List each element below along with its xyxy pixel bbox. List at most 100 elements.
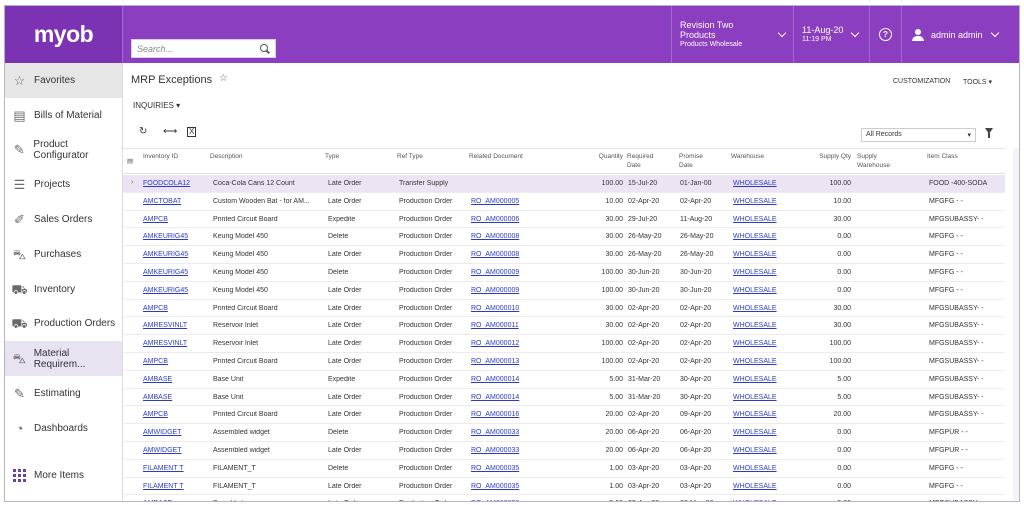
filter-icon[interactable] — [985, 128, 993, 138]
cell-inventory-id[interactable]: FILAMENT T — [143, 483, 207, 490]
cell-related-document[interactable]: RO_AM000011 — [471, 322, 541, 329]
sidebar-item-favorites[interactable]: ☆ Favorites — [5, 63, 122, 98]
cell-warehouse[interactable]: WHOLESALE — [733, 287, 791, 294]
myob-logo[interactable]: myob — [5, 6, 123, 63]
table-row[interactable]: AMRESVINLT Reservoir Inlet Late Order Produ… — [123, 335, 1005, 353]
cell-related-document[interactable]: RO_AM000009 — [471, 287, 541, 294]
table-row[interactable]: › FOODCOLA12 Coca-Cola Cans 12 Count Late O… — [123, 175, 1005, 193]
cell-warehouse[interactable]: WHOLESALE — [733, 447, 791, 454]
cell-inventory-id[interactable]: AMPCB — [143, 305, 207, 312]
table-row[interactable]: AMKEURIG45 Keurig Model 450 Delete Producti… — [123, 264, 1005, 282]
col-required-date[interactable]: Required Date — [627, 152, 653, 170]
col-type[interactable]: Type — [325, 152, 339, 161]
cell-warehouse[interactable]: WHOLESALE — [733, 180, 791, 187]
table-row[interactable]: AMCTOBAT Custom Wooden Bat - for AM... Lat… — [123, 193, 1005, 211]
cell-inventory-id[interactable]: AMRESVINLT — [143, 340, 207, 347]
records-filter-select[interactable]: All Records ▾ — [861, 128, 976, 142]
user-menu[interactable]: admin admin — [901, 6, 1019, 63]
cell-inventory-id[interactable]: AMCTOBAT — [143, 198, 207, 205]
cell-warehouse[interactable]: WHOLESALE — [733, 358, 791, 365]
cell-warehouse[interactable]: WHOLESALE — [733, 269, 791, 276]
sidebar-item-estimating[interactable]: ✎ Estimating — [5, 376, 122, 411]
cell-related-document[interactable]: RO_AM000033 — [471, 429, 541, 436]
cell-related-document[interactable]: RO_AM000035 — [471, 483, 541, 490]
cell-inventory-id[interactable]: AMRESVINLT — [143, 322, 207, 329]
column-chooser-icon[interactable]: ▤ — [127, 157, 133, 166]
cell-related-document[interactable]: RO_AM000038 — [471, 500, 541, 501]
table-row[interactable]: AMPCB Printed Circuit Board Late Order Prod… — [123, 406, 1005, 425]
table-row[interactable]: AMKEURIG45 Keurig Model 450 Late Order Prod… — [123, 246, 1005, 264]
table-row[interactable]: AMKEURIG45 Keurig Model 450 Late Order Prod… — [123, 282, 1005, 300]
cell-warehouse[interactable]: WHOLESALE — [733, 429, 791, 436]
sidebar-item-material-requirements[interactable]: ⛍ Material Requirem... — [5, 341, 122, 377]
cell-inventory-id[interactable]: FILAMENT T — [143, 465, 207, 472]
cell-inventory-id[interactable]: AMWIDGET — [143, 447, 207, 454]
customization-menu[interactable]: CUSTOMIZATION — [893, 78, 950, 85]
date-selector[interactable]: 11-Aug-20 11:19 PM — [793, 6, 869, 63]
cell-inventory-id[interactable]: AMBASE — [143, 500, 207, 501]
sidebar-item-dashboards[interactable]: ◔ Dashboards — [5, 411, 122, 446]
table-row[interactable]: AMPCB Printed Circuit Board Late Order Prod… — [123, 353, 1005, 371]
vertical-scrollbar[interactable] — [1013, 148, 1019, 501]
cell-related-document[interactable]: RO_AM000006 — [471, 216, 541, 223]
company-selector[interactable]: Revision Two Products Products Wholesale — [671, 6, 793, 63]
cell-inventory-id[interactable]: AMWIDGET — [143, 429, 207, 436]
cell-related-document[interactable]: RO_AM000008 — [471, 233, 541, 240]
cell-inventory-id[interactable]: AMKEURIG45 — [143, 269, 207, 276]
cell-inventory-id[interactable]: AMBASE — [143, 376, 207, 383]
col-description[interactable]: Description — [210, 152, 243, 161]
sidebar-item-product-configurator[interactable]: ✎ Product Configurator — [5, 133, 122, 168]
cell-related-document[interactable]: RO_AM000033 — [471, 447, 541, 454]
table-row[interactable]: AMPCB Printed Circuit Board Expedite Produc… — [123, 211, 1005, 229]
search-input[interactable]: Search... — [137, 44, 260, 54]
cell-related-document[interactable]: RO_AM000005 — [471, 198, 541, 205]
sidebar-item-bills-of-material[interactable]: ▤ Bills of Material — [5, 98, 122, 133]
sidebar-item-inventory[interactable]: ⛟ Inventory — [5, 272, 122, 307]
col-supply-warehouse[interactable]: Supply Warehouse — [857, 152, 890, 170]
cell-related-document[interactable]: RO_AM000016 — [471, 411, 541, 418]
tools-menu[interactable]: TOOLS ▾ — [963, 78, 992, 86]
refresh-icon[interactable]: ↻ — [139, 126, 147, 137]
fit-columns-icon[interactable]: ⟷ — [163, 126, 177, 137]
cell-warehouse[interactable]: WHOLESALE — [733, 322, 791, 329]
search-box[interactable]: Search... — [131, 39, 276, 58]
cell-warehouse[interactable]: WHOLESALE — [733, 483, 791, 490]
cell-inventory-id[interactable]: AMPCB — [143, 216, 207, 223]
cell-warehouse[interactable]: WHOLESALE — [733, 500, 791, 501]
cell-warehouse[interactable]: WHOLESALE — [733, 198, 791, 205]
inquiries-menu[interactable]: INQUIRIES ▾ — [133, 101, 180, 110]
cell-related-document[interactable]: RO_AM000010 — [471, 305, 541, 312]
cell-related-document[interactable]: RO_AM000009 — [471, 269, 541, 276]
table-row[interactable]: AMBASE Base Unit Late Order Production Orde… — [123, 389, 1005, 407]
col-quantity[interactable]: Quantity — [569, 152, 623, 161]
col-item-class[interactable]: Item Class — [927, 152, 958, 161]
search-icon[interactable] — [260, 43, 270, 54]
cell-warehouse[interactable]: WHOLESALE — [733, 411, 791, 418]
table-row[interactable]: AMKEURIG45 Keurig Model 450 Delete Producti… — [123, 228, 1005, 247]
cell-related-document[interactable]: RO_AM000014 — [471, 376, 541, 383]
sidebar-item-purchases[interactable]: ⛍ Purchases — [5, 237, 122, 272]
cell-warehouse[interactable]: WHOLESALE — [733, 465, 791, 472]
cell-warehouse[interactable]: WHOLESALE — [733, 376, 791, 383]
col-warehouse[interactable]: Warehouse — [731, 152, 764, 161]
table-row[interactable]: FILAMENT T FILAMENT_T Late Order Production… — [123, 478, 1005, 496]
sidebar-item-production-orders[interactable]: ⛟ Production Orders — [5, 307, 122, 342]
cell-warehouse[interactable]: WHOLESALE — [733, 251, 791, 258]
favorite-star-icon[interactable]: ☆ — [219, 73, 228, 84]
cell-related-document[interactable]: RO_AM000012 — [471, 340, 541, 347]
cell-related-document[interactable]: RO_AM000008 — [471, 251, 541, 258]
help-button[interactable]: ? — [869, 6, 901, 63]
cell-inventory-id[interactable]: AMPCB — [143, 411, 207, 418]
table-row[interactable]: AMWIDGET Assembled widget Late Order Produc… — [123, 442, 1005, 460]
cell-inventory-id[interactable]: AMBASE — [143, 394, 207, 401]
sidebar-item-projects[interactable]: ☰ Projects — [5, 167, 122, 202]
cell-warehouse[interactable]: WHOLESALE — [733, 340, 791, 347]
sidebar-item-sales-orders[interactable]: ✐ Sales Orders — [5, 202, 122, 237]
col-supply-qty[interactable]: Supply Qty — [793, 152, 851, 161]
cell-inventory-id[interactable]: FOODCOLA12 — [143, 180, 207, 187]
cell-related-document[interactable]: RO_AM000035 — [471, 465, 541, 472]
table-row[interactable]: AMWIDGET Assembled widget Delete Production… — [123, 424, 1005, 442]
cell-inventory-id[interactable]: AMKEURIG45 — [143, 251, 207, 258]
cell-inventory-id[interactable]: AMKEURIG45 — [143, 287, 207, 294]
table-row[interactable]: AMBASE Base Unit Late Order Production Orde… — [123, 495, 1005, 501]
